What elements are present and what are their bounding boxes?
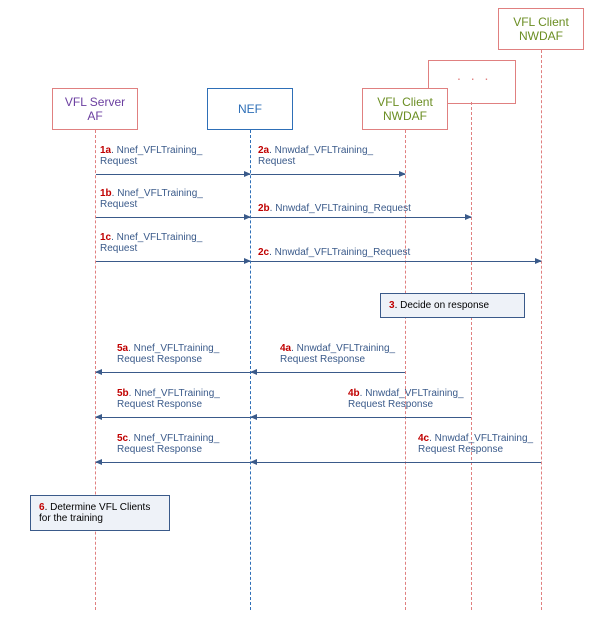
step-5a: 5a	[117, 343, 128, 354]
arrow-4b	[251, 417, 471, 418]
msg-1a-label: 1a. Nnef_VFLTraining_ Request	[100, 145, 255, 167]
step-4c: 4c	[418, 433, 429, 444]
sequence-diagram: VFL Client NWDAF . . . VFL Server AF NEF…	[0, 0, 594, 617]
step-2a: 2a	[258, 145, 269, 156]
arrow-5a	[96, 372, 250, 373]
arrow-4c	[251, 462, 541, 463]
step-5c: 5c	[117, 433, 128, 444]
step-2c: 2c	[258, 247, 269, 258]
msg-5c-label: 5c. Nnef_VFLTraining_ Request Response	[117, 433, 272, 455]
arrow-2c	[251, 261, 541, 262]
step-1b: 1b	[100, 188, 112, 199]
msg-2c-label: 2c. Nnwdaf_VFLTraining_Request	[258, 247, 458, 258]
note-3-text: . Decide on response	[395, 300, 490, 311]
msg-1b-text: . Nnef_VFLTraining_ Request	[100, 188, 203, 210]
lifeline-vfl-client-n	[541, 50, 543, 610]
msg-5a-label: 5a. Nnef_VFLTraining_ Request Response	[117, 343, 272, 365]
step-1a: 1a	[100, 145, 111, 156]
arrow-2b	[251, 217, 471, 218]
msg-4a-text: . Nnwdaf_VFLTraining_ Request Response	[280, 343, 395, 365]
msg-2b-text: . Nnwdaf_VFLTraining_Request	[270, 203, 411, 214]
msg-1a-text: . Nnef_VFLTraining_ Request	[100, 145, 202, 167]
actor-vfl-server-af: VFL Server AF	[52, 88, 138, 130]
lifeline-vfl-client-mid	[471, 102, 473, 610]
msg-4b-text: . Nnwdaf_VFLTraining_ Request Response	[348, 388, 464, 410]
step-4b: 4b	[348, 388, 360, 399]
arrow-5c	[96, 462, 250, 463]
msg-5b-text: . Nnef_VFLTraining_ Request Response	[117, 388, 220, 410]
note-determine-clients: 6. Determine VFL Clients for the trainin…	[30, 495, 170, 531]
arrow-5b	[96, 417, 250, 418]
arrow-1b	[96, 217, 250, 218]
msg-2a-text: . Nnwdaf_VFLTraining_ Request	[258, 145, 373, 167]
msg-5c-text: . Nnef_VFLTraining_ Request Response	[117, 433, 219, 455]
msg-4c-text: . Nnwdaf_VFLTraining_ Request Response	[418, 433, 533, 455]
step-5b: 5b	[117, 388, 129, 399]
arrow-1c	[96, 261, 250, 262]
msg-2b-label: 2b. Nnwdaf_VFLTraining_Request	[258, 203, 458, 214]
note-6-text: . Determine VFL Clients for the training	[39, 502, 150, 524]
actor-vfl-client-nwdaf-top: VFL Client NWDAF	[498, 8, 584, 50]
msg-5b-label: 5b. Nnef_VFLTraining_ Request Response	[117, 388, 272, 410]
step-1c: 1c	[100, 232, 111, 243]
msg-4b-label: 4b. Nnwdaf_VFLTraining_ Request Response	[348, 388, 503, 410]
step-2b: 2b	[258, 203, 270, 214]
actor-vfl-client-nwdaf: VFL Client NWDAF	[362, 88, 448, 130]
arrow-4a	[251, 372, 405, 373]
msg-4c-label: 4c. Nnwdaf_VFLTraining_ Request Response	[418, 433, 573, 455]
arrow-1a	[96, 174, 250, 175]
ellipsis-dots: . . .	[457, 67, 491, 83]
arrow-2a	[251, 174, 405, 175]
msg-2a-label: 2a. Nnwdaf_VFLTraining_ Request	[258, 145, 413, 167]
msg-1b-label: 1b. Nnef_VFLTraining_ Request	[100, 188, 255, 210]
msg-4a-label: 4a. Nnwdaf_VFLTraining_ Request Response	[280, 343, 435, 365]
step-4a: 4a	[280, 343, 291, 354]
note-decide-response: 3. Decide on response	[380, 293, 525, 318]
msg-1c-label: 1c. Nnef_VFLTraining_ Request	[100, 232, 255, 254]
actor-nef: NEF	[207, 88, 293, 130]
msg-1c-text: . Nnef_VFLTraining_ Request	[100, 232, 202, 254]
lifeline-vfl-client-1	[405, 130, 407, 610]
msg-2c-text: . Nnwdaf_VFLTraining_Request	[269, 247, 410, 258]
msg-5a-text: . Nnef_VFLTraining_ Request Response	[117, 343, 219, 365]
